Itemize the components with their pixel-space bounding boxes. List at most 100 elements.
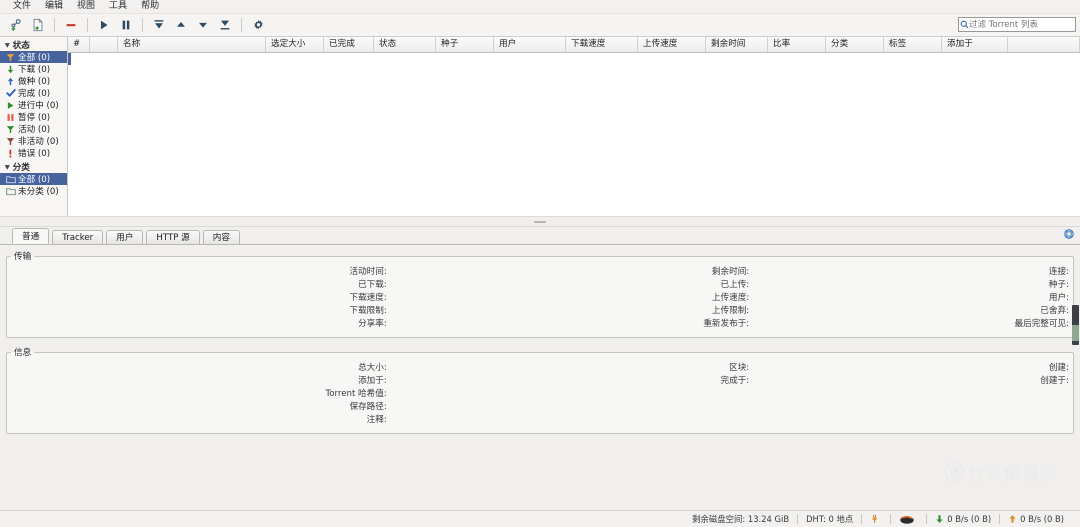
preferences-button[interactable] xyxy=(247,15,269,35)
add-file-button[interactable] xyxy=(27,15,49,35)
sidebar-group-category[interactable]: ▼ 分类 xyxy=(0,161,67,173)
menu-bar: 文件 编辑 视图 工具 帮助 xyxy=(0,0,1080,14)
arrow-down-icon xyxy=(935,514,944,524)
information-column-1: 总大小: 添加于: Torrent 哈希值: 保存路径: 注释: xyxy=(7,362,391,427)
sidebar-item-all[interactable]: 全部 (0) xyxy=(0,51,67,63)
information-columns: 总大小: 添加于: Torrent 哈希值: 保存路径: 注释: 区块: 完成于… xyxy=(7,362,1073,427)
field-downloaded: 已下载: xyxy=(358,280,387,290)
field-created-by: 创建: xyxy=(1048,363,1069,373)
column-header-icon[interactable] xyxy=(90,37,118,52)
column-header-upspeed[interactable]: 上传速度 xyxy=(638,37,706,52)
sidebar-item-downloading[interactable]: 下载 (0) xyxy=(0,63,67,75)
horizontal-splitter[interactable] xyxy=(0,216,1080,227)
sidebar-item-label: 错误 (0) xyxy=(18,149,51,159)
sidebar-item-active[interactable]: 活动 (0) xyxy=(0,123,67,135)
column-header-name[interactable]: 名称 xyxy=(118,37,266,52)
sidebar-item-label: 暂停 (0) xyxy=(18,113,51,123)
menu-edit[interactable]: 编辑 xyxy=(38,0,70,13)
tab-peers[interactable]: 用户 xyxy=(106,230,144,244)
information-column-3: 创建: 创建于: xyxy=(753,362,1073,427)
sidebar-item-seeding[interactable]: 做种 (0) xyxy=(0,75,67,87)
sidebar-item-paused[interactable]: 暂停 (0) xyxy=(0,111,67,123)
tab-tracker[interactable]: Tracker xyxy=(52,230,104,244)
add-file-icon xyxy=(33,18,43,32)
sidebar-item-running[interactable]: 进行中 (0) xyxy=(0,99,67,111)
tab-http-sources[interactable]: HTTP 源 xyxy=(146,230,200,244)
funnel-dark-icon xyxy=(5,136,16,147)
menu-view[interactable]: 视图 xyxy=(70,0,102,13)
gear-icon xyxy=(253,19,263,29)
menu-tools[interactable]: 工具 xyxy=(102,0,134,13)
toolbar-separator-3 xyxy=(142,18,143,32)
sidebar-item-label: 活动 (0) xyxy=(18,125,51,135)
folder-icon xyxy=(5,174,16,185)
detail-body: 传输 活动时间: 已下载: 下载速度: 下载限制: 分享率: 剩余时间: 已上传… xyxy=(0,245,1080,510)
column-header-added-on[interactable]: 添加于 xyxy=(942,37,1008,52)
sidebar-item-completed[interactable]: 完成 (0) xyxy=(0,87,67,99)
search-box[interactable] xyxy=(958,17,1076,32)
sidebar-item-category-uncategorized[interactable]: 未分类 (0) xyxy=(0,185,67,197)
field-total-size: 总大小: xyxy=(358,363,387,373)
field-info-blank-6 xyxy=(753,414,1073,427)
play-triangle-icon xyxy=(5,100,16,111)
column-header-tags[interactable]: 标签 xyxy=(884,37,942,52)
error-icon xyxy=(5,148,16,159)
status-upload-value: 0 B/s (0 B) xyxy=(1020,514,1064,524)
transfer-column-3: 连接: 种子: 用户: 已舍弃: 最后完整可见: xyxy=(753,266,1073,331)
column-header-filler xyxy=(1008,37,1080,52)
arrow-up-icon xyxy=(1008,514,1017,524)
torrent-table-body[interactable] xyxy=(68,53,1080,216)
move-up-button[interactable] xyxy=(170,15,192,35)
start-torrent-button[interactable] xyxy=(93,15,115,35)
status-download-rate: 0 B/s (0 B) xyxy=(927,514,999,524)
torrent-list-pane: # 名称 选定大小 已完成 状态 种子 用户 下载速度 上传速度 剩余时间 比率… xyxy=(68,37,1080,216)
status-disk-space: 剩余磁盘空间: 13.24 GiB xyxy=(692,514,790,524)
selection-marker xyxy=(68,53,71,65)
menu-help[interactable]: 帮助 xyxy=(134,0,166,13)
status-bar: 剩余磁盘空间: 13.24 GiB DHT: 0 地点 0 B/s (0 B) … xyxy=(0,510,1080,527)
folder-open-icon xyxy=(5,186,16,197)
detail-scrollbar[interactable] xyxy=(1072,305,1079,345)
transfer-legend: 传输 xyxy=(14,252,32,262)
column-header-status[interactable]: 状态 xyxy=(374,37,436,52)
transfer-column-2: 剩余时间: 已上传: 上传速度: 上传限制: 重新发布于: xyxy=(391,266,753,331)
status-connection[interactable] xyxy=(862,514,890,524)
remove-torrent-button[interactable] xyxy=(60,15,82,35)
move-to-bottom-button[interactable] xyxy=(214,15,236,35)
field-active-time: 活动时间: xyxy=(349,267,387,277)
field-connections: 连接: xyxy=(1048,267,1069,277)
field-added-on: 添加于: xyxy=(358,376,387,386)
detail-scrollbar-thumb[interactable] xyxy=(1072,325,1079,341)
column-header-eta[interactable]: 剩余时间 xyxy=(706,37,768,52)
field-completed-on: 完成于: xyxy=(720,376,750,386)
pause-icon xyxy=(122,20,130,30)
search-input[interactable] xyxy=(969,18,1075,31)
check-icon xyxy=(5,88,16,99)
tab-content[interactable]: 内容 xyxy=(202,230,240,244)
pause-torrent-button[interactable] xyxy=(115,15,137,35)
column-header-category[interactable]: 分类 xyxy=(826,37,884,52)
pause-bars-icon xyxy=(5,112,16,123)
sidebar-item-category-all[interactable]: 全部 (0) xyxy=(0,173,67,185)
column-header-size[interactable]: 选定大小 xyxy=(266,37,324,52)
sidebar-group-status-label: 状态 xyxy=(12,41,30,51)
column-header-dlspeed[interactable]: 下载速度 xyxy=(566,37,638,52)
field-created-on: 创建于: xyxy=(1040,376,1069,386)
status-network[interactable] xyxy=(891,514,926,525)
move-to-top-button[interactable] xyxy=(148,15,170,35)
column-header-seeds[interactable]: 种子 xyxy=(436,37,494,52)
tab-general[interactable]: 普通 xyxy=(12,228,50,244)
column-header-peers[interactable]: 用户 xyxy=(494,37,566,52)
sidebar-item-error[interactable]: 错误 (0) xyxy=(0,147,67,159)
detail-tab-bar: 普通 Tracker 用户 HTTP 源 内容 xyxy=(0,227,1080,245)
sidebar-item-inactive[interactable]: 非活动 (0) xyxy=(0,135,67,147)
close-panel-button[interactable] xyxy=(1064,229,1074,239)
column-header-index[interactable]: # xyxy=(68,37,90,52)
column-header-done[interactable]: 已完成 xyxy=(324,37,374,52)
move-down-button[interactable] xyxy=(192,15,214,35)
column-header-ratio[interactable]: 比率 xyxy=(768,37,826,52)
add-torrent-button[interactable] xyxy=(5,15,27,35)
sidebar-group-status[interactable]: ▼ 状态 xyxy=(0,39,67,51)
field-comment: 注释: xyxy=(366,415,387,425)
menu-file[interactable]: 文件 xyxy=(6,0,38,13)
